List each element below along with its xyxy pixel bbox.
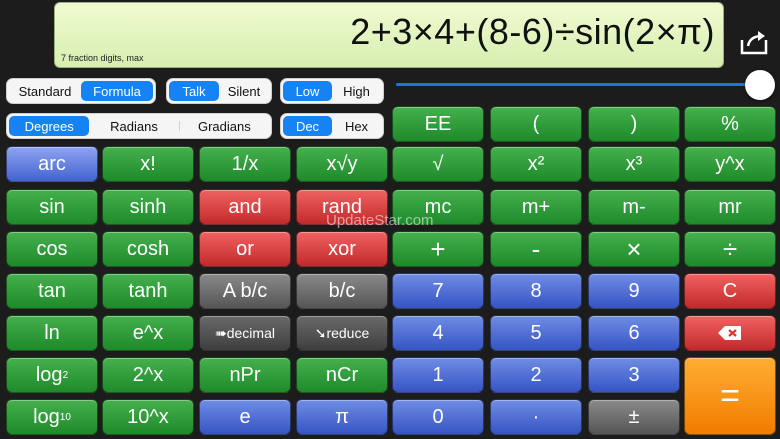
- digit-9-button[interactable]: 9: [588, 273, 680, 309]
- square-button[interactable]: x²: [490, 146, 582, 182]
- pi-button[interactable]: π: [296, 399, 388, 435]
- or-button[interactable]: or: [199, 231, 291, 267]
- plus-minus-button[interactable]: ±: [588, 399, 680, 435]
- speech-silent[interactable]: Silent: [219, 81, 269, 101]
- log10-subscript: 10: [59, 411, 71, 423]
- mode-formula[interactable]: Formula: [81, 81, 153, 101]
- x-root-y-button[interactable]: x√y: [296, 146, 388, 182]
- share-icon[interactable]: [738, 30, 770, 56]
- speech-talk[interactable]: Talk: [169, 81, 219, 101]
- cos-button[interactable]: cos: [6, 231, 98, 267]
- cube-button[interactable]: x³: [588, 146, 680, 182]
- tan-button[interactable]: tan: [6, 273, 98, 309]
- memory-plus-button[interactable]: m+: [490, 189, 582, 225]
- precision-slider-track[interactable]: [396, 83, 752, 86]
- euler-button[interactable]: e: [199, 399, 291, 435]
- minus-button[interactable]: -: [490, 231, 582, 267]
- digit-0-button[interactable]: 0: [392, 399, 484, 435]
- cosh-button[interactable]: cosh: [102, 231, 194, 267]
- reciprocal-button[interactable]: 1/x: [199, 146, 291, 182]
- divide-button[interactable]: ÷: [684, 231, 776, 267]
- log10-label: log: [33, 405, 60, 428]
- log2-subscript: 2: [62, 369, 69, 381]
- decimal-point-button[interactable]: ·: [490, 399, 582, 435]
- close-paren-button[interactable]: ): [588, 106, 680, 142]
- mode-toggle[interactable]: Standard Formula: [6, 78, 156, 104]
- angle-toggle[interactable]: Degrees Radians Gradians: [6, 113, 272, 139]
- base-dec[interactable]: Dec: [283, 116, 332, 136]
- mode-standard[interactable]: Standard: [9, 81, 81, 101]
- base-toggle[interactable]: Dec Hex: [280, 113, 384, 139]
- sin-button[interactable]: sin: [6, 189, 98, 225]
- power-button[interactable]: y^x: [684, 146, 776, 182]
- memory-minus-button[interactable]: m-: [588, 189, 680, 225]
- xor-button[interactable]: xor: [296, 231, 388, 267]
- angle-degrees[interactable]: Degrees: [9, 116, 90, 136]
- and-button[interactable]: and: [199, 189, 291, 225]
- digit-6-button[interactable]: 6: [588, 315, 680, 351]
- backspace-button[interactable]: [684, 315, 776, 351]
- angle-gradians[interactable]: Gradians: [180, 116, 269, 136]
- clear-button[interactable]: C: [684, 273, 776, 309]
- reduce-button[interactable]: ➘reduce: [296, 315, 388, 351]
- plus-button[interactable]: +: [392, 231, 484, 267]
- expression-display: 2+3×4+(8-6)÷sin(2×π): [350, 11, 715, 52]
- mixed-fraction-button[interactable]: A b/c: [199, 273, 291, 309]
- ncr-button[interactable]: nCr: [296, 357, 388, 393]
- factorial-button[interactable]: x!: [102, 146, 194, 182]
- speech-toggle[interactable]: Talk Silent: [166, 78, 272, 104]
- log10-button[interactable]: log 10: [6, 399, 98, 435]
- equals-button[interactable]: =: [684, 357, 776, 435]
- percent-button[interactable]: %: [684, 106, 776, 142]
- log2-button[interactable]: log 2: [6, 357, 98, 393]
- precision-note: 7 fraction digits, max: [61, 53, 144, 63]
- rand-button[interactable]: rand: [296, 189, 388, 225]
- precision-toggle[interactable]: Low High: [280, 78, 384, 104]
- digit-5-button[interactable]: 5: [490, 315, 582, 351]
- precision-slider-thumb[interactable]: [745, 70, 775, 100]
- two-pow-x-button[interactable]: 2^x: [102, 357, 194, 393]
- memory-clear-button[interactable]: mc: [392, 189, 484, 225]
- ee-button[interactable]: EE: [392, 106, 484, 142]
- sqrt-button[interactable]: √: [392, 146, 484, 182]
- fraction-button[interactable]: b/c: [296, 273, 388, 309]
- digit-4-button[interactable]: 4: [392, 315, 484, 351]
- open-paren-button[interactable]: (: [490, 106, 582, 142]
- base-hex[interactable]: Hex: [332, 116, 381, 136]
- exp-button[interactable]: e^x: [102, 315, 194, 351]
- display: 2+3×4+(8-6)÷sin(2×π) 7 fraction digits, …: [54, 2, 724, 68]
- angle-radians[interactable]: Radians: [89, 116, 178, 136]
- sinh-button[interactable]: sinh: [102, 189, 194, 225]
- log2-label: log: [35, 363, 63, 386]
- arc-button[interactable]: arc: [6, 146, 98, 182]
- backspace-icon: [718, 326, 741, 340]
- tanh-button[interactable]: tanh: [102, 273, 194, 309]
- precision-low[interactable]: Low: [283, 81, 332, 101]
- digit-8-button[interactable]: 8: [490, 273, 582, 309]
- memory-recall-button[interactable]: mr: [684, 189, 776, 225]
- ten-pow-x-button[interactable]: 10^x: [102, 399, 194, 435]
- digit-1-button[interactable]: 1: [392, 357, 484, 393]
- npr-button[interactable]: nPr: [199, 357, 291, 393]
- digit-3-button[interactable]: 3: [588, 357, 680, 393]
- digit-2-button[interactable]: 2: [490, 357, 582, 393]
- to-decimal-button[interactable]: ➠decimal: [199, 315, 291, 351]
- precision-high[interactable]: High: [332, 81, 381, 101]
- digit-7-button[interactable]: 7: [392, 273, 484, 309]
- ln-button[interactable]: ln: [6, 315, 98, 351]
- multiply-button[interactable]: ×: [588, 231, 680, 267]
